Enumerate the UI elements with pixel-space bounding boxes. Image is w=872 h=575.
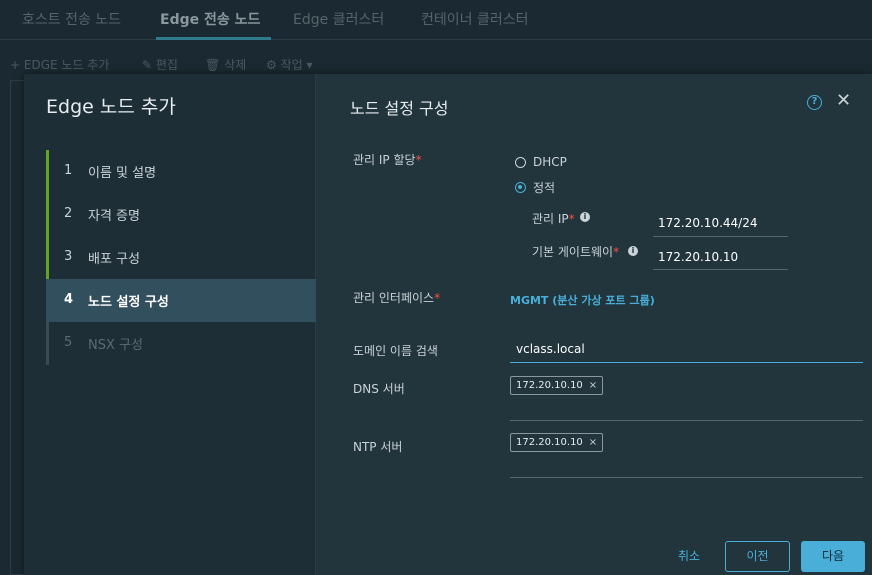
tab-bar: 호스트 전송 노드 Edge 전송 노드 Edge 클러스터 컨테이너 클러스터 <box>0 0 872 40</box>
next-button[interactable]: 다음 <box>801 541 865 572</box>
background-table-edge <box>10 80 24 575</box>
mgmt-ip-field-underline <box>653 236 788 237</box>
help-circle-icon[interactable]: ? <box>807 95 822 110</box>
ntp-servers-underline <box>510 477 863 478</box>
add-edge-node-wizard: Edge 노드 추가 1 이름 및 설명 2 자격 증명 3 배포 구성 4 노… <box>24 74 872 575</box>
domain-search-underline <box>510 362 863 363</box>
add-edge-node-button[interactable]: + EDGE 노드 추가 <box>10 56 109 73</box>
delete-button[interactable]: 🗑 삭제 <box>205 56 246 73</box>
step-number: 4 <box>64 292 74 307</box>
step-number: 2 <box>64 206 73 221</box>
mgmt-interface-label: 관리 인터페이스* <box>353 291 441 305</box>
dhcp-radio[interactable] <box>515 157 526 168</box>
page-title: 노드 설정 구성 <box>350 99 449 118</box>
wizard-steps: 1 이름 및 설명 2 자격 증명 3 배포 구성 4 노드 설정 구성 5 N… <box>46 150 316 365</box>
trash-icon: 🗑 <box>205 58 225 72</box>
step-number: 5 <box>64 335 73 350</box>
default-gateway-field[interactable]: 172.20.10.10 <box>658 250 738 264</box>
pencil-icon: ✎ <box>142 58 156 72</box>
wizard-title: Edge 노드 추가 <box>46 96 176 118</box>
close-icon[interactable]: ✕ <box>836 91 851 111</box>
remove-icon[interactable]: × <box>589 380 597 391</box>
active-tab-indicator <box>156 37 271 40</box>
dhcp-option-label[interactable]: DHCP <box>533 155 567 169</box>
required-marker: * <box>415 153 422 167</box>
default-gateway-label: 기본 게이트웨이* <box>532 245 620 259</box>
step-label: 이름 및 설명 <box>88 166 157 181</box>
cancel-button[interactable]: 취소 <box>678 547 700 564</box>
wizard-step-5: 5 NSX 구성 <box>46 322 316 365</box>
info-icon[interactable]: i <box>580 212 590 222</box>
static-option-label[interactable]: 정적 <box>533 179 555 196</box>
remove-icon[interactable]: × <box>589 437 597 448</box>
gateway-field-underline <box>653 269 788 270</box>
wizard-step-3[interactable]: 3 배포 구성 <box>46 236 316 279</box>
domain-search-input[interactable]: vclass.local <box>516 342 585 356</box>
mgmt-ip-label: 관리 IP* <box>532 212 575 226</box>
info-icon[interactable]: i <box>628 246 638 256</box>
chevron-down-icon: ▾ <box>302 58 313 72</box>
wizard-step-4[interactable]: 4 노드 설정 구성 <box>46 279 316 322</box>
wizard-step-1[interactable]: 1 이름 및 설명 <box>46 150 316 193</box>
static-radio[interactable] <box>515 182 526 193</box>
step-label: 노드 설정 구성 <box>88 295 169 310</box>
step-label: 배포 구성 <box>88 252 140 267</box>
step-number: 1 <box>64 163 73 178</box>
back-button[interactable]: 이전 <box>725 541 790 572</box>
dns-server-chip: 172.20.10.10 × <box>510 376 604 395</box>
step-number: 3 <box>64 249 73 264</box>
step-label: NSX 구성 <box>88 338 143 353</box>
ntp-server-chip: 172.20.10.10 × <box>510 433 604 452</box>
dns-servers-label: DNS 서버 <box>353 382 405 396</box>
actions-button[interactable]: ⚙ 작업 ▾ <box>266 56 313 73</box>
wizard-step-2[interactable]: 2 자격 증명 <box>46 193 316 236</box>
tab-edge-transport-nodes[interactable]: Edge 전송 노드 <box>160 9 260 29</box>
gear-icon: ⚙ <box>266 58 281 72</box>
ntp-servers-label: NTP 서버 <box>353 440 403 454</box>
required-marker: * <box>568 212 575 226</box>
tab-edge-clusters[interactable]: Edge 클러스터 <box>293 9 384 29</box>
tab-container-clusters[interactable]: 컨테이너 클러스터 <box>421 9 529 29</box>
dns-servers-underline <box>510 420 863 421</box>
edit-button[interactable]: ✎ 편집 <box>142 56 178 73</box>
step-label: 자격 증명 <box>88 209 140 224</box>
mgmt-ip-allocation-label: 관리 IP 할당* <box>353 153 422 167</box>
required-marker: * <box>613 245 620 259</box>
required-marker: * <box>434 291 441 305</box>
plus-icon: + <box>10 58 24 72</box>
mgmt-ip-field[interactable]: 172.20.10.44/24 <box>658 216 757 230</box>
wizard-sidebar: Edge 노드 추가 1 이름 및 설명 2 자격 증명 3 배포 구성 4 노… <box>24 74 316 575</box>
tab-host-transport-nodes[interactable]: 호스트 전송 노드 <box>22 9 121 29</box>
mgmt-interface-link[interactable]: MGMT (분산 가상 포트 그룹) <box>510 292 655 308</box>
domain-search-label: 도메인 이름 검색 <box>353 344 438 358</box>
